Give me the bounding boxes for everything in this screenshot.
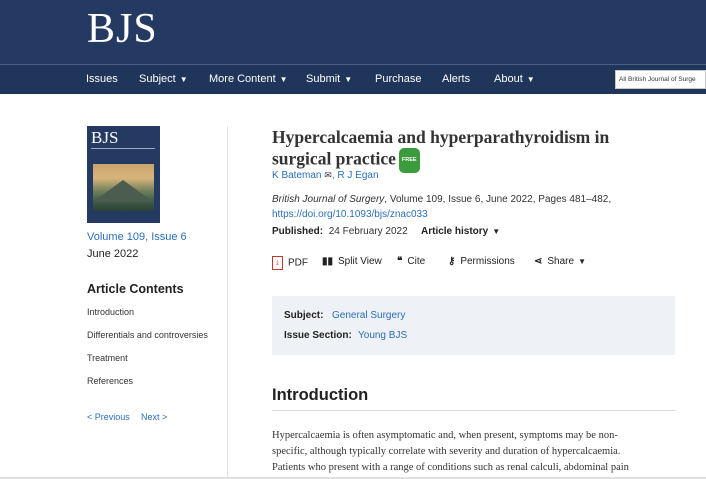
cover-mountain	[93, 180, 153, 202]
published-value: 24 February 2022	[328, 226, 408, 237]
nav-subject[interactable]: Subject ▼	[139, 65, 188, 94]
issue-section-label: Issue Section:	[284, 330, 352, 341]
previous-article-link[interactable]: < Previous	[87, 412, 130, 422]
nav-submit[interactable]: Submit ▼	[306, 65, 352, 94]
caret-down-icon: ▼	[492, 227, 501, 236]
toc-item-differentials[interactable]: Differentials and controversies	[87, 330, 208, 340]
caret-down-icon: ▼	[279, 75, 288, 84]
permissions-button[interactable]: ⚷ Permissions	[448, 256, 515, 267]
journal-logo[interactable]: BJS	[87, 6, 158, 52]
column-divider	[227, 126, 228, 479]
subject-box: Subject: General Surgery Issue Section: …	[272, 296, 675, 355]
caret-down-icon: ▼	[578, 257, 586, 266]
issue-cover[interactable]: BJS	[87, 126, 160, 223]
article-contents-heading: Article Contents	[87, 282, 184, 296]
paragraph-line: specific, although typically correlate w…	[272, 446, 621, 457]
quote-icon: ❝	[397, 256, 403, 267]
doi-link[interactable]: https://doi.org/10.1093/bjs/znac033	[272, 209, 428, 220]
cite-button[interactable]: ❝ Cite	[397, 256, 425, 267]
nav-more-content[interactable]: More Content ▼	[209, 65, 288, 94]
split-view-button[interactable]: ▮▮ Split View	[322, 256, 382, 267]
share-button[interactable]: ⋖ Share ▼	[534, 256, 586, 267]
subject-label: Subject:	[284, 310, 324, 321]
caret-down-icon: ▼	[179, 75, 188, 84]
toc-item-introduction[interactable]: Introduction	[87, 307, 134, 317]
nav-alerts[interactable]: Alerts	[442, 65, 470, 94]
citation-details: , Volume 109, Issue 6, June 2022, Pages …	[384, 194, 612, 205]
published-date: Published: 24 February 2022	[272, 226, 408, 237]
volume-link[interactable]: Volume 109, Issue 6	[87, 231, 187, 243]
section-divider	[272, 410, 675, 411]
toc-item-treatment[interactable]: Treatment	[87, 353, 128, 363]
subject-link[interactable]: General Surgery	[332, 310, 405, 321]
nav-purchase[interactable]: Purchase	[375, 65, 421, 94]
caret-down-icon: ▼	[344, 75, 353, 84]
issue-section-link[interactable]: Young BJS	[358, 330, 407, 341]
pdf-icon: ⤓	[272, 256, 283, 270]
site-header: BJS	[0, 0, 706, 64]
toc-item-references[interactable]: References	[87, 376, 133, 386]
free-badge: FREE	[398, 148, 420, 173]
author-link[interactable]: R J Egan	[337, 170, 378, 181]
nav-about[interactable]: About ▼	[494, 65, 535, 94]
nav-issues[interactable]: Issues	[86, 65, 118, 94]
search-scope-select[interactable]: All British Journal of Surge	[615, 70, 706, 89]
section-heading-introduction: Introduction	[272, 386, 369, 404]
split-view-icon: ▮▮	[322, 256, 334, 267]
author-list: K Bateman ✉, R J Egan	[272, 170, 379, 181]
next-article-link[interactable]: Next >	[141, 412, 167, 422]
paragraph-line: Hypercalcaemia is often asymptomatic and…	[272, 430, 618, 441]
article-title: Hypercalcaemia and hyperparathyroidism i…	[272, 127, 672, 173]
author-link[interactable]: K Bateman	[272, 170, 321, 181]
issue-date: June 2022	[87, 248, 139, 260]
cover-rule	[91, 148, 155, 149]
envelope-icon[interactable]: ✉	[324, 170, 332, 180]
pdf-button[interactable]: ⤓ PDF	[272, 256, 308, 270]
share-icon: ⋖	[534, 256, 543, 267]
caret-down-icon: ▼	[526, 75, 535, 84]
cover-title: BJS	[91, 128, 119, 147]
article-title-text: Hypercalcaemia and hyperparathyroidism i…	[272, 127, 610, 169]
article-history-toggle[interactable]: Article history ▼	[421, 226, 500, 237]
journal-name: British Journal of Surgery	[272, 194, 385, 205]
citation: British Journal of Surgery, Volume 109, …	[272, 194, 611, 205]
main-nav: Issues Subject ▼ More Content ▼ Submit ▼ Pu…	[0, 64, 706, 94]
key-icon: ⚷	[448, 256, 456, 267]
paragraph-line: Patients who present with a range of con…	[272, 462, 629, 473]
body-paragraph: Hypercalcaemia is often asymptomatic and…	[272, 428, 682, 476]
published-label: Published:	[272, 226, 324, 237]
